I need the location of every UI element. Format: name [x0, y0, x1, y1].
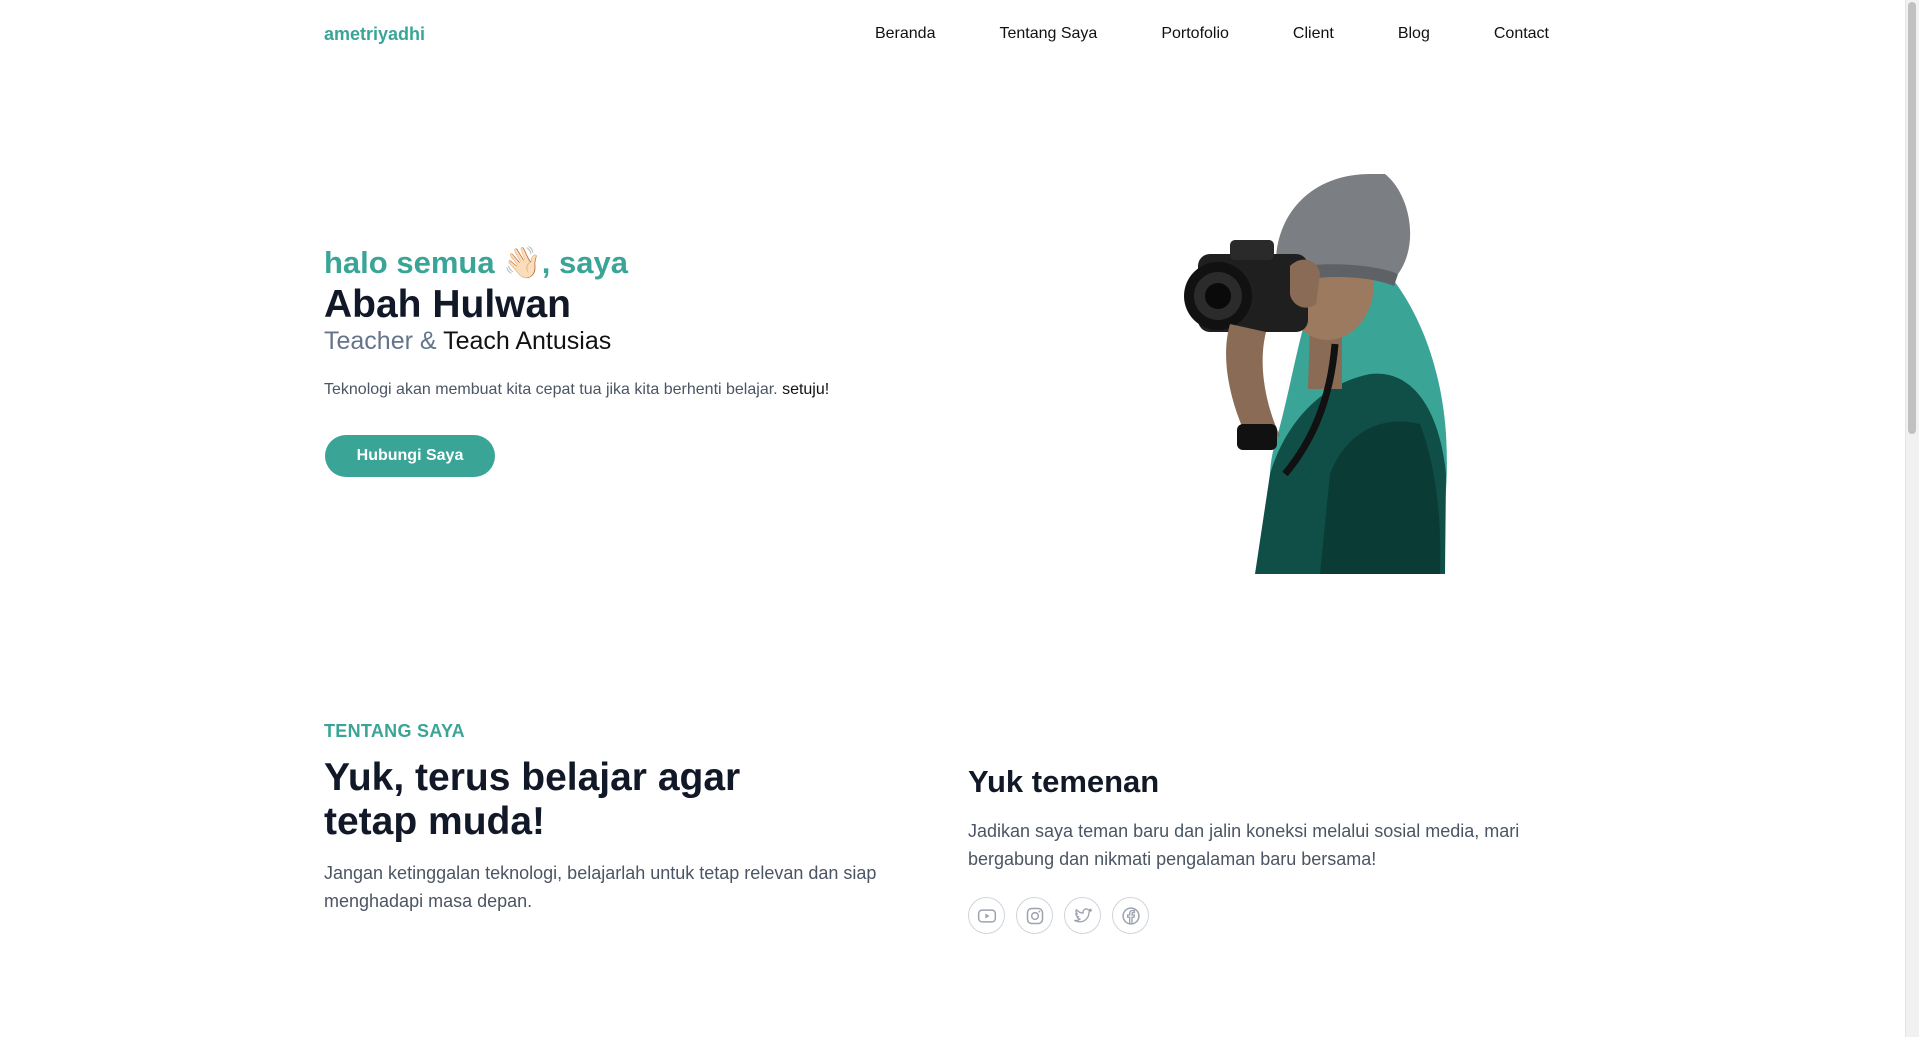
nav-link-tentang-saya[interactable]: Tentang Saya	[999, 25, 1097, 43]
friends-heading: Yuk temenan	[968, 764, 1160, 799]
scrollbar-thumb[interactable]	[1908, 2, 1916, 434]
contact-me-button[interactable]: Hubungi Saya	[325, 435, 495, 477]
hero-role-prefix: Teacher &	[324, 327, 437, 355]
youtube-icon	[977, 908, 996, 923]
facebook-icon	[1121, 906, 1140, 925]
brand-logo[interactable]: ametriyadhi	[324, 24, 425, 45]
hero-greeting: halo semua 👋🏻, saya	[324, 245, 628, 280]
friends-text: Jadikan saya teman baru dan jalin koneks…	[968, 821, 1520, 869]
instagram-icon	[1026, 907, 1043, 924]
hero-photo	[1184, 174, 1447, 574]
twitter-button[interactable]	[1064, 897, 1101, 934]
hero-role-suffix: Teach Antusias	[443, 327, 612, 355]
hero-name: Abah Hulwan	[324, 283, 572, 326]
twitter-icon	[1073, 907, 1092, 923]
social-links	[968, 897, 1149, 934]
top-nav: ametriyadhi Beranda Tentang Saya Portofo…	[0, 0, 1905, 70]
hero-description-emphasis: setuju!	[782, 381, 830, 398]
nav-links: Beranda Tentang Saya Portofolio Client B…	[875, 25, 1549, 43]
about-eyebrow: TENTANG SAYA	[324, 721, 465, 741]
instagram-button[interactable]	[1016, 897, 1053, 934]
hero-description: Teknologi akan membuat kita cepat tua ji…	[324, 381, 829, 399]
about-heading: Yuk, terus belajar agar tetap muda!	[324, 756, 741, 843]
hero-description-text: Teknologi akan membuat kita cepat tua ji…	[324, 381, 778, 398]
nav-link-portofolio[interactable]: Portofolio	[1161, 25, 1229, 43]
facebook-button[interactable]	[1112, 897, 1149, 934]
page: ametriyadhi Beranda Tentang Saya Portofo…	[0, 0, 1919, 1037]
nav-link-client[interactable]: Client	[1293, 25, 1334, 43]
vertical-scrollbar[interactable]	[1905, 0, 1919, 1037]
youtube-button[interactable]	[968, 897, 1005, 934]
nav-link-beranda[interactable]: Beranda	[875, 25, 936, 43]
about-text: Jangan ketinggalan teknologi, belajarlah…	[324, 863, 877, 911]
hero-role: Teacher & Teach Antusias	[324, 327, 611, 356]
nav-link-blog[interactable]: Blog	[1398, 25, 1430, 43]
nav-link-contact[interactable]: Contact	[1494, 25, 1549, 43]
